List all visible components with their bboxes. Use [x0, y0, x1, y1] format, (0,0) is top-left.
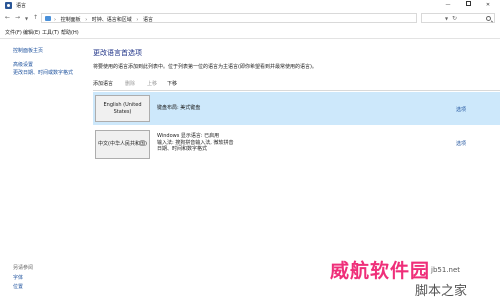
language-row-chinese[interactable]: 中文(中华人民共和国) Windows 显示语言: 已启用 输入法: 搜狗拼音输…	[93, 127, 500, 164]
language-info: 键盘布局: 美式键盘	[157, 105, 200, 112]
menu-edit[interactable]: 编辑(E)	[23, 29, 40, 36]
close-button[interactable]: ✕	[478, 0, 498, 11]
language-app-icon	[5, 2, 12, 9]
breadcrumb-clock-language-region[interactable]: 时钟、语言和区域	[92, 17, 132, 23]
breadcrumb-language[interactable]: 语言	[143, 17, 153, 23]
language-button-english[interactable]: English (United States)	[95, 95, 150, 122]
address-bar: ← → ▼ ↑ › 控制面板 › 时钟、语言和区域 › 语言 ▼ ↻	[0, 13, 500, 24]
menu-bar: 文件(F) 编辑(E) 工具(T) 帮助(H)	[0, 27, 500, 37]
breadcrumb-separator: ›	[54, 17, 56, 23]
breadcrumb-control-panel[interactable]: 控制面板	[61, 17, 81, 23]
language-toolbar: 添加语言 删除 上移 下移	[93, 80, 500, 88]
add-language-button[interactable]: 添加语言	[93, 80, 113, 87]
search-input[interactable]	[421, 13, 495, 23]
language-button-chinese[interactable]: 中文(中华人民共和国)	[95, 130, 150, 159]
sidebar-link-control-panel-home[interactable]: 控制面板主页	[13, 47, 43, 54]
see-also-heading: 另请参阅	[13, 265, 34, 271]
minimize-button[interactable]: —	[438, 0, 458, 11]
sidebar-link-advanced-settings[interactable]: 高级设置	[13, 61, 33, 68]
forward-arrow-icon[interactable]: →	[15, 14, 20, 21]
language-info: Windows 显示语言: 已启用 输入法: 搜狗拼音输入法, 微软拼音 日期、…	[157, 133, 233, 153]
watermark-logo: 威航软件园	[330, 260, 431, 282]
sidebar-link-fonts[interactable]: 字体	[13, 274, 23, 281]
language-row-english[interactable]: English (United States) 键盘布局: 美式键盘 选项	[93, 92, 500, 125]
breadcrumb: › 控制面板 › 时钟、语言和区域 › 语言	[54, 16, 156, 23]
move-up-button[interactable]: 上移	[147, 80, 157, 87]
watermark-url: jb51.net	[431, 266, 461, 274]
watermark-subtitle: 脚本之家	[415, 284, 468, 299]
breadcrumb-separator: ›	[136, 17, 139, 23]
menu-help[interactable]: 帮助(H)	[61, 29, 79, 36]
breadcrumb-separator: ›	[85, 17, 88, 23]
sidebar: 控制面板主页 高级设置 更改日期、时间或数字格式 另请参阅 字体 位置	[0, 39, 86, 301]
date-time-format-text: 日期、时间和数字格式	[157, 146, 208, 152]
toolbar-divider	[93, 90, 500, 91]
page-title: 更改语言首选项	[93, 49, 142, 57]
language-name: 中文(中华人民共和国)	[98, 141, 147, 147]
page-description: 将要使用的语言添加到此列表中。位于列表第一位的语言为主语言(即你希望看到并最常使…	[93, 64, 317, 70]
up-arrow-icon[interactable]: ↑	[33, 14, 38, 21]
remove-button[interactable]: 删除	[125, 80, 135, 87]
language-name: English (United States)	[103, 101, 142, 115]
menu-file[interactable]: 文件(F)	[5, 29, 22, 36]
maximize-icon	[465, 1, 471, 6]
main-panel: 更改语言首选项 将要使用的语言添加到此列表中。位于列表第一位的语言为主语言(即你…	[93, 39, 500, 301]
back-arrow-icon[interactable]: ←	[5, 14, 10, 21]
sidebar-link-date-time-format[interactable]: 更改日期、时间或数字格式	[13, 69, 73, 76]
menu-tools[interactable]: 工具(T)	[42, 29, 59, 36]
keyboard-layout-text: 键盘布局: 美式键盘	[157, 105, 201, 111]
sidebar-link-location[interactable]: 位置	[13, 283, 23, 290]
address-field[interactable]: › 控制面板 › 时钟、语言和区域 › 语言 ▼ ↻	[41, 13, 457, 23]
title-bar: 语言 — ✕	[0, 0, 500, 11]
window-title: 语言	[16, 3, 27, 9]
search-icon	[486, 16, 491, 21]
move-down-button[interactable]: 下移	[167, 80, 177, 87]
maximize-button[interactable]	[458, 0, 478, 11]
recent-locations-chevron-icon[interactable]: ▼	[25, 16, 28, 21]
control-panel-icon	[45, 16, 51, 21]
options-link-chinese[interactable]: 选项	[456, 140, 466, 147]
options-link-english[interactable]: 选项	[456, 106, 466, 113]
